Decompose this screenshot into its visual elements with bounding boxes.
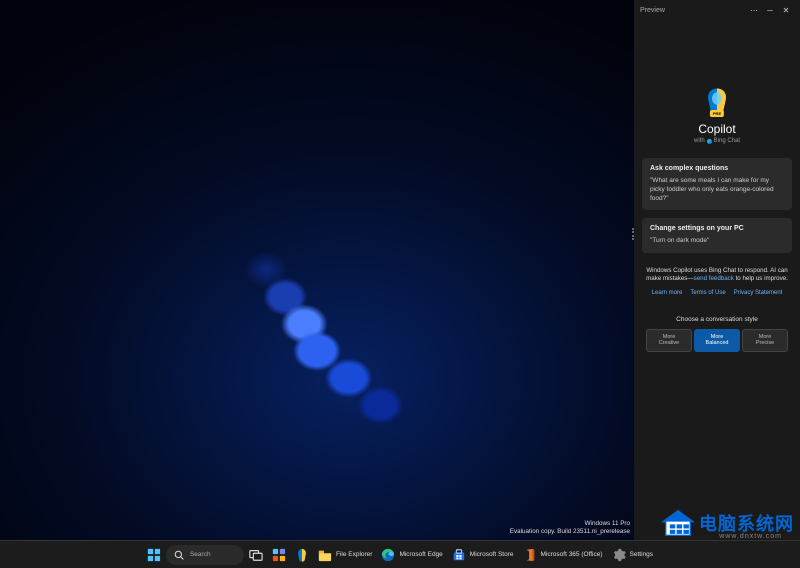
taskbar-label: Microsoft Edge bbox=[399, 551, 442, 558]
taskbar-settings[interactable]: Settings bbox=[608, 543, 658, 567]
taskbar-file-explorer[interactable]: File Explorer bbox=[314, 543, 376, 567]
copilot-logo-icon: PRE bbox=[702, 86, 732, 116]
explorer-icon bbox=[318, 548, 332, 562]
widgets-icon bbox=[272, 548, 286, 562]
style-balanced-button[interactable]: More Balanced bbox=[694, 329, 740, 352]
minimize-button[interactable]: ─ bbox=[762, 6, 778, 15]
taskbar-microsoft-edge[interactable]: Microsoft Edge bbox=[377, 543, 446, 567]
taskbar-copilot[interactable] bbox=[291, 543, 313, 567]
style-creative-button[interactable]: More Creative bbox=[646, 329, 692, 352]
pre-badge: PRE bbox=[710, 110, 724, 117]
taskbar-task-view[interactable] bbox=[245, 543, 267, 567]
copilot-hero: PRE Copilot with Bing Chat bbox=[642, 86, 792, 144]
card-heading: Change settings on your PC bbox=[650, 225, 784, 232]
taskbar-label: Microsoft 365 (Office) bbox=[541, 551, 603, 558]
m365-icon bbox=[523, 548, 537, 562]
taskbar-widgets[interactable] bbox=[268, 543, 290, 567]
taskbar-microsoft-store[interactable]: Microsoft Store bbox=[448, 543, 518, 567]
copilot-panel: Preview ⋯ ─ ✕ PRE Copilot with bbox=[634, 0, 800, 540]
copilot-subtitle: with Bing Chat bbox=[642, 138, 792, 144]
terms-link[interactable]: Terms of Use bbox=[690, 290, 725, 296]
win-icon bbox=[147, 548, 161, 562]
house-icon bbox=[661, 508, 695, 538]
more-button[interactable]: ⋯ bbox=[746, 6, 762, 15]
card-heading: Ask complex questions bbox=[650, 165, 784, 172]
card-body: "What are some meals I can make for my p… bbox=[650, 177, 784, 203]
taskbar-label: File Explorer bbox=[336, 551, 372, 558]
site-watermark: 电脑系统网 www.dnxtw.com bbox=[661, 508, 794, 538]
taskbar-label: Settings bbox=[630, 551, 654, 558]
copilot-icon bbox=[295, 548, 309, 562]
watermark-domain: www.dnxtw.com bbox=[719, 533, 782, 540]
privacy-link[interactable]: Privacy Statement bbox=[734, 290, 783, 296]
taskbar: Search File Explorer Microsoft Edge Microso… bbox=[0, 540, 800, 568]
copilot-titlebar: Preview ⋯ ─ ✕ bbox=[634, 0, 800, 20]
desktop-wallpaper[interactable] bbox=[0, 0, 634, 540]
search-icon bbox=[172, 548, 186, 562]
learn-more-link[interactable]: Learn more bbox=[652, 290, 683, 296]
style-selector: More Creative More Balanced More Precise bbox=[642, 329, 792, 352]
feedback-link[interactable]: send feedback bbox=[694, 275, 734, 282]
taskbar-start[interactable] bbox=[143, 543, 165, 567]
edge-icon bbox=[381, 548, 395, 562]
taskbar-m365[interactable]: Microsoft 365 (Office) bbox=[519, 543, 607, 567]
taskbar-search[interactable]: Search bbox=[166, 545, 244, 565]
copilot-title: Preview bbox=[640, 7, 665, 14]
taskbar-label: Microsoft Store bbox=[470, 551, 514, 558]
taskbar-label: Search bbox=[190, 551, 211, 558]
legal-links: Learn more Terms of Use Privacy Statemen… bbox=[642, 290, 792, 296]
close-button[interactable]: ✕ bbox=[778, 6, 794, 15]
evaluation-watermark: Windows 11 Pro Evaluation copy. Build 23… bbox=[510, 520, 630, 536]
card-body: "Turn on dark mode" bbox=[650, 237, 784, 246]
copilot-disclaimer: Windows Copilot uses Bing Chat to respon… bbox=[642, 267, 792, 284]
copilot-name: Copilot bbox=[642, 122, 792, 136]
style-precise-button[interactable]: More Precise bbox=[742, 329, 788, 352]
bing-icon bbox=[707, 139, 712, 144]
settings-icon bbox=[612, 548, 626, 562]
style-heading: Choose a conversation style bbox=[642, 316, 792, 323]
store-icon bbox=[452, 548, 466, 562]
taskview-icon bbox=[249, 548, 263, 562]
suggestion-card[interactable]: Ask complex questions "What are some mea… bbox=[642, 158, 792, 210]
suggestion-card[interactable]: Change settings on your PC "Turn on dark… bbox=[642, 218, 792, 253]
